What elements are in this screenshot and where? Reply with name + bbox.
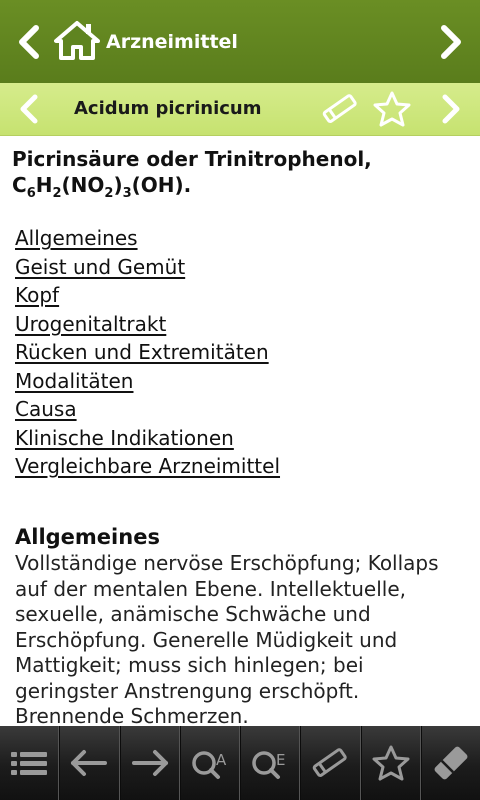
star-icon[interactable] xyxy=(372,90,412,128)
toc-link-allgemeines[interactable]: Allgemeines xyxy=(15,226,138,250)
toc-item: Urogenitaltrakt xyxy=(15,310,280,339)
back-button[interactable] xyxy=(59,726,120,800)
entry-title: Acidum picrinicum xyxy=(74,98,262,119)
toc-item: Klinische Indikationen xyxy=(15,424,280,453)
forward-button[interactable] xyxy=(119,726,180,800)
eraser-icon xyxy=(434,746,468,780)
section-text: Vollständige nervöse Erschöpfung; Kollap… xyxy=(15,551,439,726)
toc-item: Causa xyxy=(15,395,280,424)
toc-item: Vergleichbare Arzneimittel xyxy=(15,452,280,481)
favorite-button[interactable] xyxy=(360,726,421,800)
heading-text: Picrinsäure oder Trinitrophenol, xyxy=(12,147,372,171)
table-of-contents: Allgemeines Geist und Gemüt Kopf Urogeni… xyxy=(15,224,280,481)
app-header: Arzneimittel xyxy=(0,0,480,83)
list-button[interactable] xyxy=(0,726,60,800)
chevron-left-icon[interactable] xyxy=(16,93,42,125)
toc-item: Allgemeines xyxy=(15,224,280,253)
toc-item: Kopf xyxy=(15,281,280,310)
toc-link-urogenitaltrakt[interactable]: Urogenitaltrakt xyxy=(15,312,166,336)
toc-link-klinische-indikationen[interactable]: Klinische Indikationen xyxy=(15,426,234,450)
toc-item: Modalitäten xyxy=(15,367,280,396)
pencil-icon[interactable] xyxy=(318,91,362,127)
chevron-left-icon[interactable] xyxy=(14,24,44,60)
arrow-right-icon xyxy=(131,750,168,776)
search-a-button[interactable]: A xyxy=(179,726,240,800)
search-e-icon: E xyxy=(252,751,286,779)
search-a-icon: A xyxy=(192,751,227,779)
eraser-button[interactable] xyxy=(420,726,480,800)
chemical-formula: C6H2(NO2)3(OH). xyxy=(12,173,192,201)
chevron-right-icon[interactable] xyxy=(438,93,464,125)
arrow-left-icon xyxy=(71,750,108,776)
toc-item: Rücken und Extremitäten xyxy=(15,338,280,367)
pencil-icon xyxy=(313,748,348,777)
toc-link-modalitaeten[interactable]: Modalitäten xyxy=(15,369,133,393)
toc-link-causa[interactable]: Causa xyxy=(15,397,77,421)
home-icon[interactable] xyxy=(54,20,100,60)
star-icon xyxy=(372,745,410,781)
entry-content: Picrinsäure oder Trinitrophenol, C6H2(NO… xyxy=(0,136,480,726)
entry-header: Acidum picrinicum xyxy=(0,83,480,136)
header-title: Arzneimittel xyxy=(106,31,238,53)
toc-link-kopf[interactable]: Kopf xyxy=(15,283,59,307)
svg-text:E: E xyxy=(276,751,285,769)
entry-heading: Picrinsäure oder Trinitrophenol, C6H2(NO… xyxy=(12,146,468,201)
list-icon xyxy=(11,752,48,775)
chevron-right-icon[interactable] xyxy=(436,24,466,60)
search-e-button[interactable]: E xyxy=(240,726,301,800)
section-title: Allgemeines xyxy=(15,525,160,549)
toc-link-geist-und-gemuet[interactable]: Geist und Gemüt xyxy=(15,255,185,279)
bottom-toolbar: A E xyxy=(0,726,480,800)
svg-text:A: A xyxy=(216,751,227,769)
toc-link-vergleichbare-arzneimittel[interactable]: Vergleichbare Arzneimittel xyxy=(15,454,280,478)
toc-link-ruecken[interactable]: Rücken und Extremitäten xyxy=(15,340,269,364)
toc-item: Geist und Gemüt xyxy=(15,253,280,282)
edit-button[interactable] xyxy=(300,726,361,800)
